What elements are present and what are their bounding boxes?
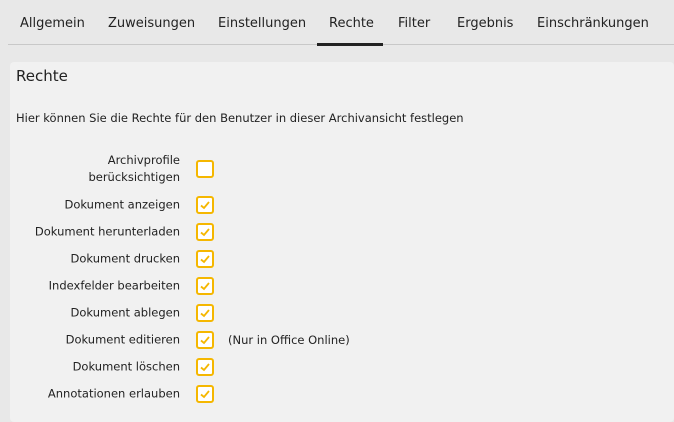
permission-row: Annotationen erlauben: [0, 384, 420, 404]
section-title: Rechte: [16, 67, 68, 85]
permission-checkbox[interactable]: [196, 250, 214, 268]
permission-label: Dokument editieren: [65, 332, 180, 347]
checkmark-icon: [200, 255, 210, 264]
tab-allgemein[interactable]: Allgemein: [20, 16, 85, 31]
permission-checkbox[interactable]: [196, 160, 214, 178]
tab-zuweisungen[interactable]: Zuweisungen: [108, 16, 195, 31]
permission-note: (Nur in Office Online): [228, 333, 350, 347]
permission-checkbox[interactable]: [196, 223, 214, 241]
permission-row: Dokument drucken: [0, 249, 420, 269]
checkmark-icon: [200, 228, 210, 237]
permission-label: Dokument herunterladen: [34, 224, 180, 239]
tab-filter[interactable]: Filter: [398, 16, 430, 31]
permission-row: Archivprofile berücksichtigen: [0, 153, 420, 184]
tab-einschraenkungen[interactable]: Einschränkungen: [537, 16, 649, 31]
active-tab-indicator: [317, 43, 383, 46]
permission-label: Archivprofile berücksichtigen: [88, 153, 180, 184]
permission-checkbox[interactable]: [196, 358, 214, 376]
checkmark-icon: [200, 309, 210, 318]
tab-ergebnis[interactable]: Ergebnis: [457, 16, 513, 31]
permission-label: Indexfelder bearbeiten: [48, 278, 180, 293]
checkmark-icon: [200, 390, 210, 399]
permission-checkbox[interactable]: [196, 304, 214, 322]
permission-label: Dokument anzeigen: [64, 197, 180, 212]
checkmark-icon: [200, 201, 210, 210]
permission-label: Annotationen erlauben: [47, 386, 180, 401]
permission-row: Dokument herunterladen: [0, 222, 420, 242]
permission-checkbox[interactable]: [196, 385, 214, 403]
permission-checkbox[interactable]: [196, 331, 214, 349]
tab-rechte[interactable]: Rechte: [329, 16, 374, 31]
permission-label: Dokument drucken: [70, 251, 180, 266]
checkmark-icon: [200, 282, 210, 291]
permission-label: Dokument löschen: [72, 359, 180, 374]
permission-checkbox[interactable]: [196, 196, 214, 214]
permission-row: Dokument löschen: [0, 357, 420, 377]
permission-checkbox[interactable]: [196, 277, 214, 295]
tab-einstellungen[interactable]: Einstellungen: [218, 16, 306, 31]
permission-row: Dokument editieren (Nur in Office Online): [0, 330, 420, 350]
permission-row: Dokument ablegen: [0, 303, 420, 323]
permission-row: Dokument anzeigen: [0, 195, 420, 215]
permission-label: Dokument ablegen: [70, 305, 181, 320]
section-description: Hier können Sie die Rechte für den Benut…: [16, 111, 464, 125]
permission-row: Indexfelder bearbeiten: [0, 276, 420, 296]
checkmark-icon: [200, 363, 210, 372]
checkmark-icon: [200, 336, 210, 345]
